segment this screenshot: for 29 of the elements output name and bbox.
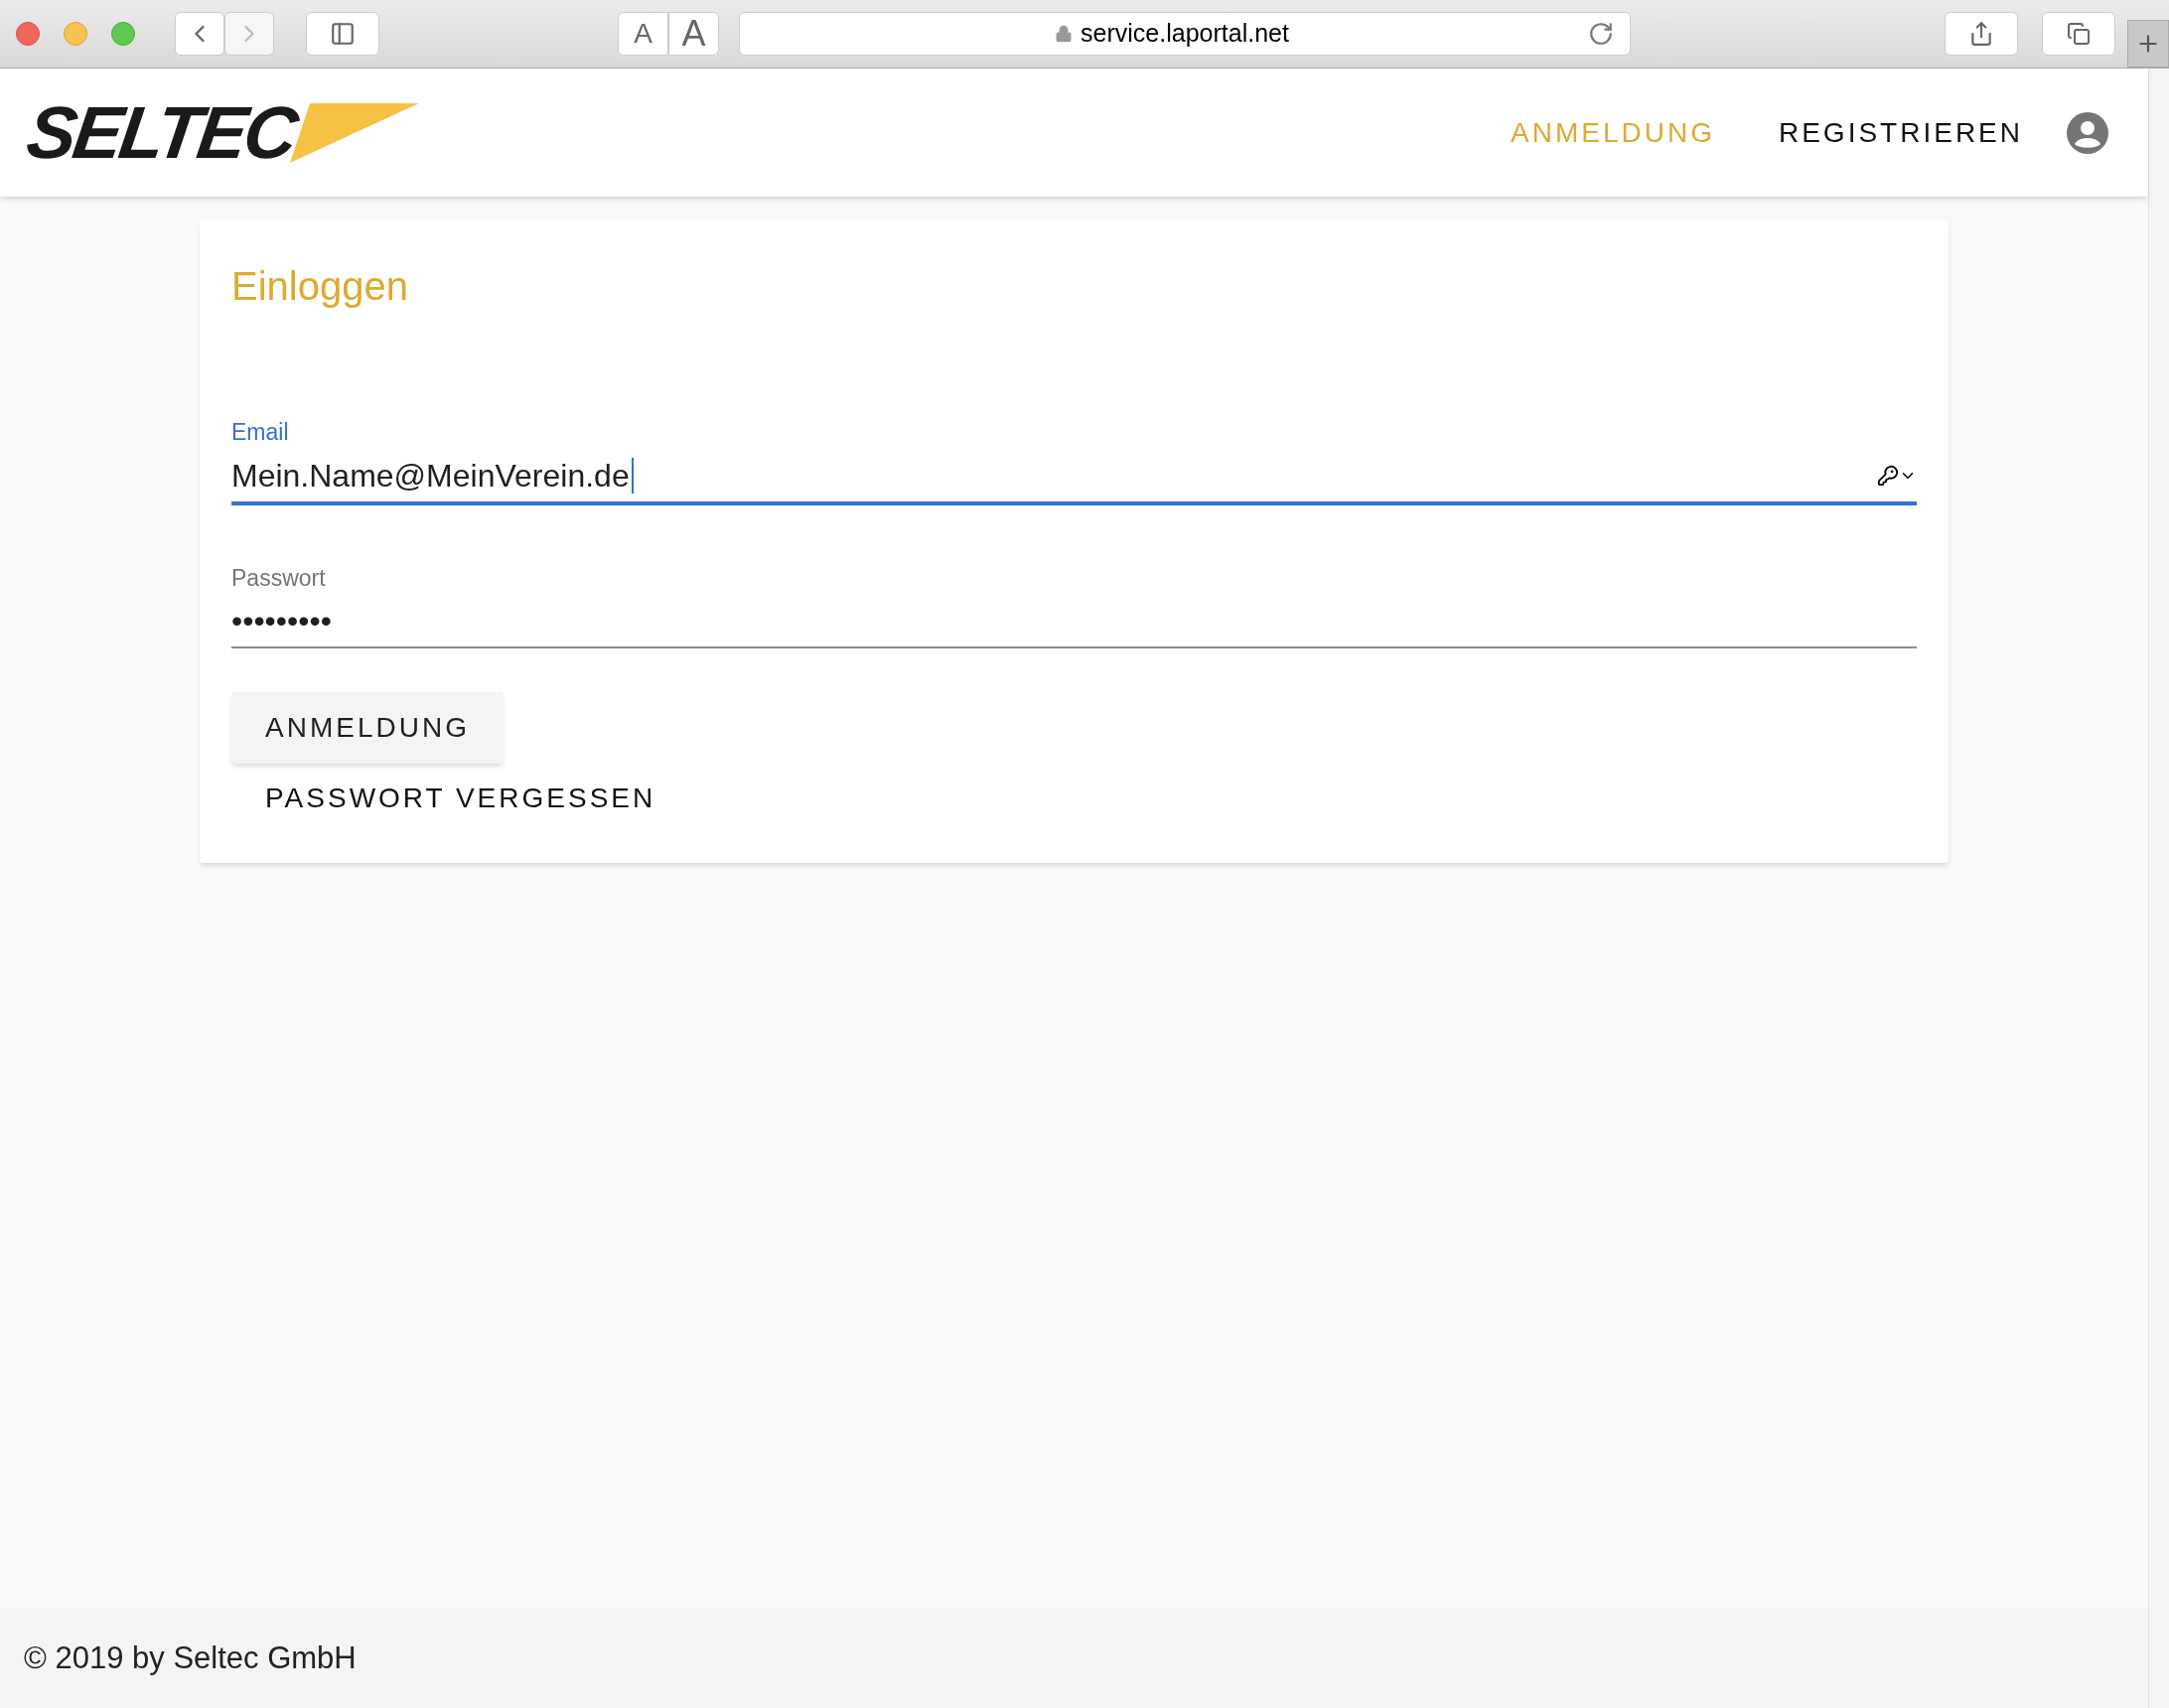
close-window-icon[interactable] (16, 22, 40, 46)
nav-link[interactable]: REGISTRIEREN (1778, 111, 2023, 154)
field-label: Email (231, 418, 290, 447)
sidebar-button[interactable] (306, 12, 379, 56)
address-bar[interactable]: service.laportal.net (739, 12, 1631, 56)
field-value: ••••••••• (231, 602, 332, 640)
url-text: service.laportal.net (1081, 18, 1289, 50)
text-cursor (631, 457, 634, 494)
input-field[interactable]: Email Mein.Name@MeinVerein.de (231, 411, 1917, 505)
reload-icon[interactable] (1588, 21, 1614, 47)
back-button[interactable] (175, 12, 224, 56)
copyright-text: © 2019 by Seltec GmbH (24, 1638, 357, 1677)
tabs-icon (2067, 22, 2091, 46)
new-tab-button[interactable] (2127, 20, 2169, 68)
login-title: Einloggen (231, 263, 409, 310)
input-field[interactable]: Passwort ••••••••• (231, 556, 1917, 648)
text-smaller-button[interactable]: A (618, 12, 668, 56)
seltec-logo[interactable]: SELTEC (28, 95, 420, 170)
field-label: Passwort (231, 563, 327, 593)
forgot-password-link[interactable]: PASSWORT VERGESSEN (231, 778, 690, 819)
login-button[interactable]: ANMELDUNG (231, 692, 504, 764)
tabs-button[interactable] (2042, 12, 2115, 56)
lock-icon (1055, 25, 1074, 43)
text-larger-button[interactable]: A (668, 12, 719, 56)
field-value: Mein.Name@MeinVerein.de (231, 456, 630, 496)
sidebar-icon (330, 21, 356, 47)
share-icon (1968, 21, 1994, 47)
account-icon[interactable] (2067, 111, 2108, 154)
share-button[interactable] (1945, 12, 2018, 56)
